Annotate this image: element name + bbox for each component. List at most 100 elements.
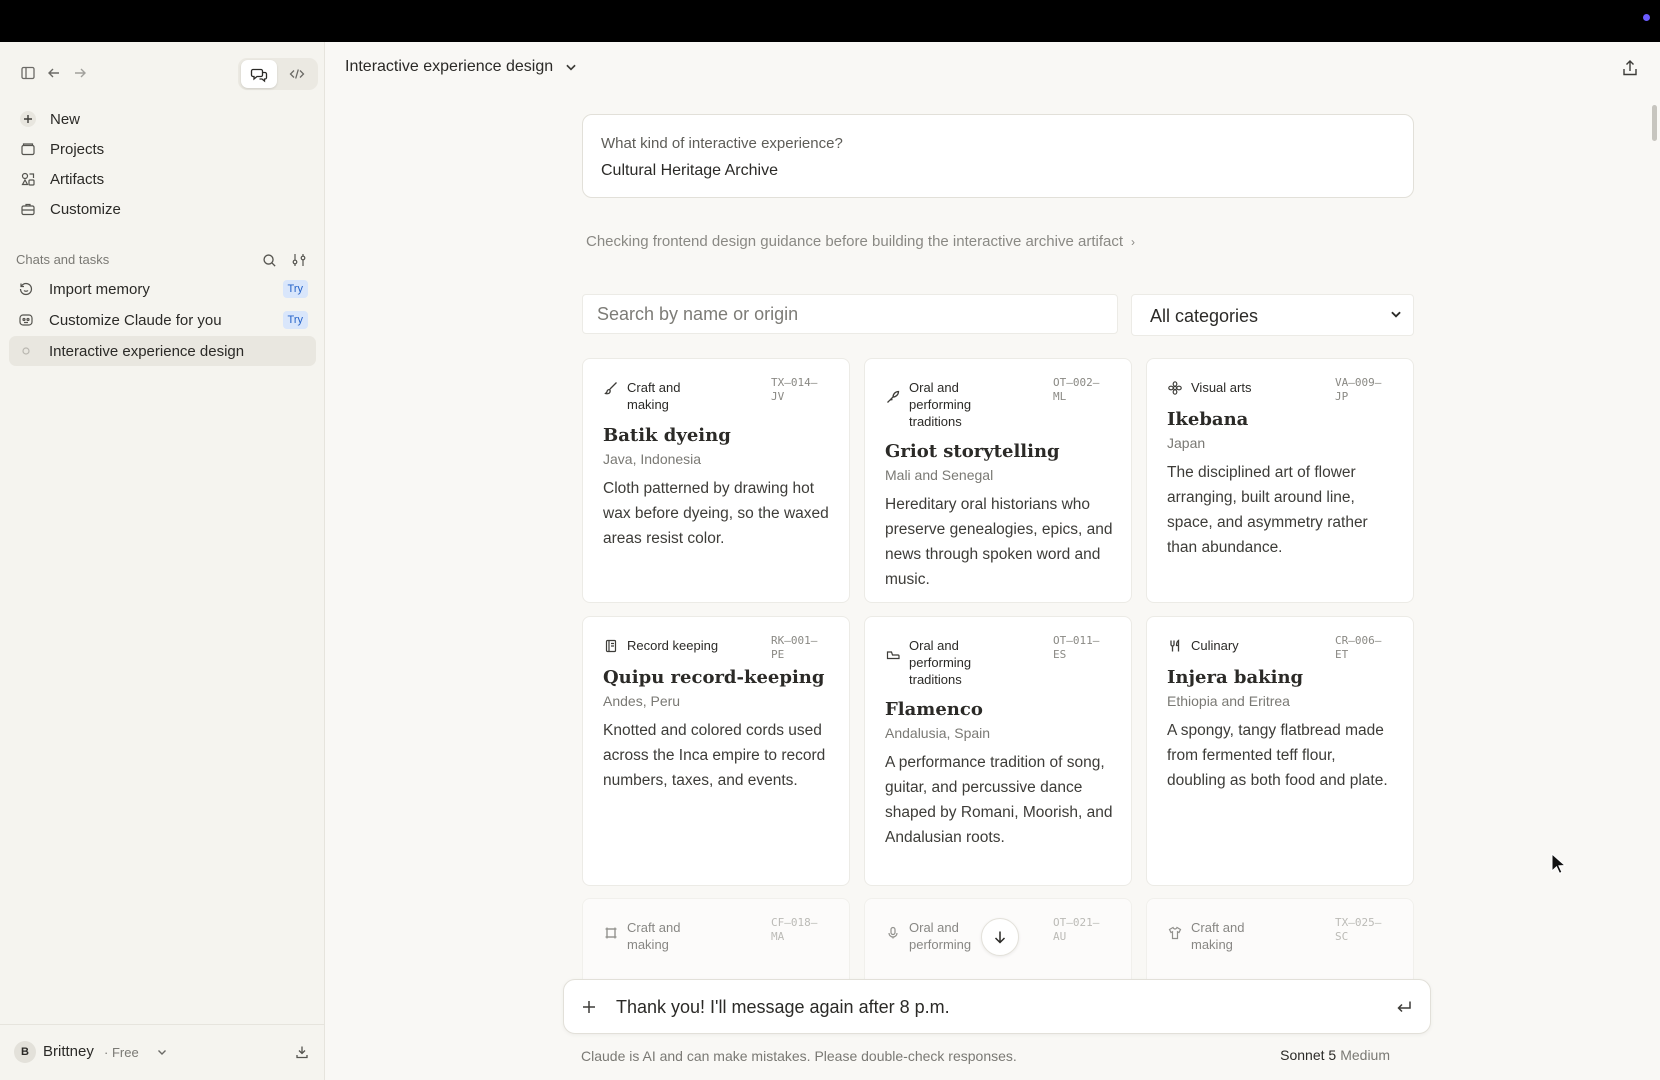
card-category: Oral and performing traditions <box>885 637 999 688</box>
chats-section-header: Chats and tasks <box>16 248 314 272</box>
chat-dot-icon <box>17 342 35 360</box>
try-badge[interactable]: Try <box>282 311 308 329</box>
category-label: Craft and making <box>627 920 681 952</box>
card-code: OT–011–ES <box>1053 634 1100 661</box>
card-title: Griot storytelling <box>885 441 1060 462</box>
search-input[interactable]: Search by name or origin <box>582 294 1118 334</box>
card-origin: Ethiopia and Eritrea <box>1167 693 1290 709</box>
model-selector[interactable]: Sonnet 5 Medium <box>1280 1047 1390 1063</box>
user-name[interactable]: Brittney <box>43 1043 94 1060</box>
archive-card[interactable]: Culinary CR–006–ET Injera baking Ethiopi… <box>1146 616 1414 886</box>
card-description: The disciplined art of flower arranging,… <box>1167 464 1368 556</box>
nav-label: New <box>50 110 81 128</box>
thinking-summary[interactable]: Checking frontend design guidance before… <box>586 233 1135 250</box>
title-text: Interactive experience design <box>345 58 554 75</box>
category-value: All categories <box>1150 306 1259 326</box>
briefcase-icon <box>16 197 40 221</box>
card-origin: Mali and Senegal <box>885 467 994 483</box>
card-code: CF–018–MA <box>771 916 818 943</box>
card-description: Hereditary oral historians who preserve … <box>885 496 1113 588</box>
sidebar-toggle-icon[interactable] <box>16 61 40 85</box>
category-label: Oral and performing traditions <box>909 638 972 687</box>
enter-icon[interactable] <box>1392 995 1416 1019</box>
search-icon[interactable] <box>258 249 280 271</box>
card-origin: Japan <box>1167 435 1206 451</box>
nav-customize[interactable]: Customize <box>10 194 315 224</box>
card-category: Craft and making <box>603 379 707 413</box>
nav-projects[interactable]: Projects <box>10 134 315 164</box>
archive-card[interactable]: Oral and performing traditions OT–002–ML… <box>864 358 1132 603</box>
avatar[interactable]: B <box>14 1041 36 1063</box>
try-badge[interactable]: Try <box>282 280 308 298</box>
filter-icon[interactable] <box>288 249 310 271</box>
card-title: Batik dyeing <box>603 425 731 446</box>
chat-item-import-memory[interactable]: Import memory Try <box>9 274 316 304</box>
disclaimer: Claude is AI and can make mistakes. Plea… <box>581 1048 1017 1064</box>
card-category: Craft and making <box>1167 919 1271 953</box>
chat-label: Interactive experience design <box>49 342 245 360</box>
brush-icon <box>603 380 619 396</box>
back-arrow-icon[interactable] <box>42 61 66 85</box>
card-title: Quipu record-keeping <box>603 667 825 688</box>
prompt-card: What kind of interactive experience? Cul… <box>582 114 1414 198</box>
chevron-down-icon <box>562 58 580 76</box>
scrollbar[interactable] <box>1652 105 1657 141</box>
card-code: CR–006–ET <box>1335 634 1382 661</box>
archive-card[interactable]: Visual arts VA–009–JP Ikebana Japan The … <box>1146 358 1414 603</box>
category-label: Craft and making <box>627 380 681 412</box>
artifacts-icon <box>16 167 40 191</box>
composer-text[interactable]: Thank you! I'll message again after 8 p.… <box>616 997 950 1018</box>
shirt-icon <box>1167 925 1183 941</box>
mic-icon <box>885 925 901 941</box>
card-code: RK–001–PE <box>771 634 818 661</box>
card-description: Cloth patterned by drawing hot wax befor… <box>603 480 829 547</box>
sidebar: New Projects Artifacts Customize Chats a… <box>0 42 325 1080</box>
chat-label: Customize Claude for you <box>49 311 222 329</box>
nav-new[interactable]: New <box>10 104 315 134</box>
forward-arrow-icon[interactable] <box>68 61 92 85</box>
user-footer: B Brittney · Free <box>0 1024 325 1080</box>
category-label: Visual arts <box>1191 380 1252 395</box>
arrow-down-icon <box>994 931 1006 944</box>
archive-card[interactable]: Oral and performing traditions OT–011–ES… <box>864 616 1132 886</box>
card-title: Injera baking <box>1167 667 1304 688</box>
card-origin: Andalusia, Spain <box>885 725 991 741</box>
card-description: Knotted and colored cords used across th… <box>603 722 826 789</box>
card-code: OT–002–ML <box>1053 376 1100 403</box>
nav-label: Projects <box>50 140 105 158</box>
memory-icon <box>17 280 35 298</box>
card-code: TX–025–SC <box>1335 916 1382 943</box>
category-select[interactable]: All categories <box>1131 294 1414 336</box>
card-origin: Andes, Peru <box>603 693 681 709</box>
chevron-down-icon[interactable] <box>152 1042 172 1062</box>
archive-card[interactable]: Craft and making TX–014–JV Batik dyeing … <box>582 358 850 603</box>
sidebar-toolbar <box>16 58 318 94</box>
chat-item-customize-claude[interactable]: Customize Claude for you Try <box>9 305 316 335</box>
download-icon[interactable] <box>291 1041 313 1063</box>
mode-toggle <box>238 58 318 90</box>
section-title: Chats and tasks <box>16 252 110 267</box>
plus-icon <box>16 107 40 131</box>
archive-card[interactable]: Record keeping RK–001–PE Quipu record-ke… <box>582 616 850 886</box>
thinking-text: Checking frontend design guidance before… <box>586 233 1123 250</box>
sidebar-nav: New Projects Artifacts Customize <box>10 104 315 224</box>
model-name: Sonnet 5 <box>1280 1047 1337 1063</box>
prompt-answer: Cultural Heritage Archive <box>601 162 778 179</box>
category-label: Record keeping <box>627 638 719 653</box>
scroll-to-bottom-button[interactable] <box>981 918 1019 956</box>
code-mode-icon[interactable] <box>279 60 315 88</box>
plus-icon[interactable] <box>578 996 600 1018</box>
chat-item-interactive-experience[interactable]: Interactive experience design <box>9 336 316 366</box>
nav-artifacts[interactable]: Artifacts <box>10 164 315 194</box>
category-label: Oral and performing traditions <box>909 380 972 429</box>
card-category: Culinary <box>1167 637 1239 654</box>
conversation-title[interactable]: Interactive experience design <box>345 58 580 76</box>
chat-mode-icon[interactable] <box>241 60 277 88</box>
nav-label: Artifacts <box>50 170 105 188</box>
model-effort: Medium <box>1340 1047 1390 1063</box>
share-icon[interactable] <box>1618 56 1642 80</box>
card-category: Craft and making <box>603 919 707 953</box>
message-composer[interactable]: Thank you! I'll message again after 8 p.… <box>563 979 1431 1034</box>
quill-icon <box>885 389 901 405</box>
chevron-down-icon <box>1391 311 1401 318</box>
